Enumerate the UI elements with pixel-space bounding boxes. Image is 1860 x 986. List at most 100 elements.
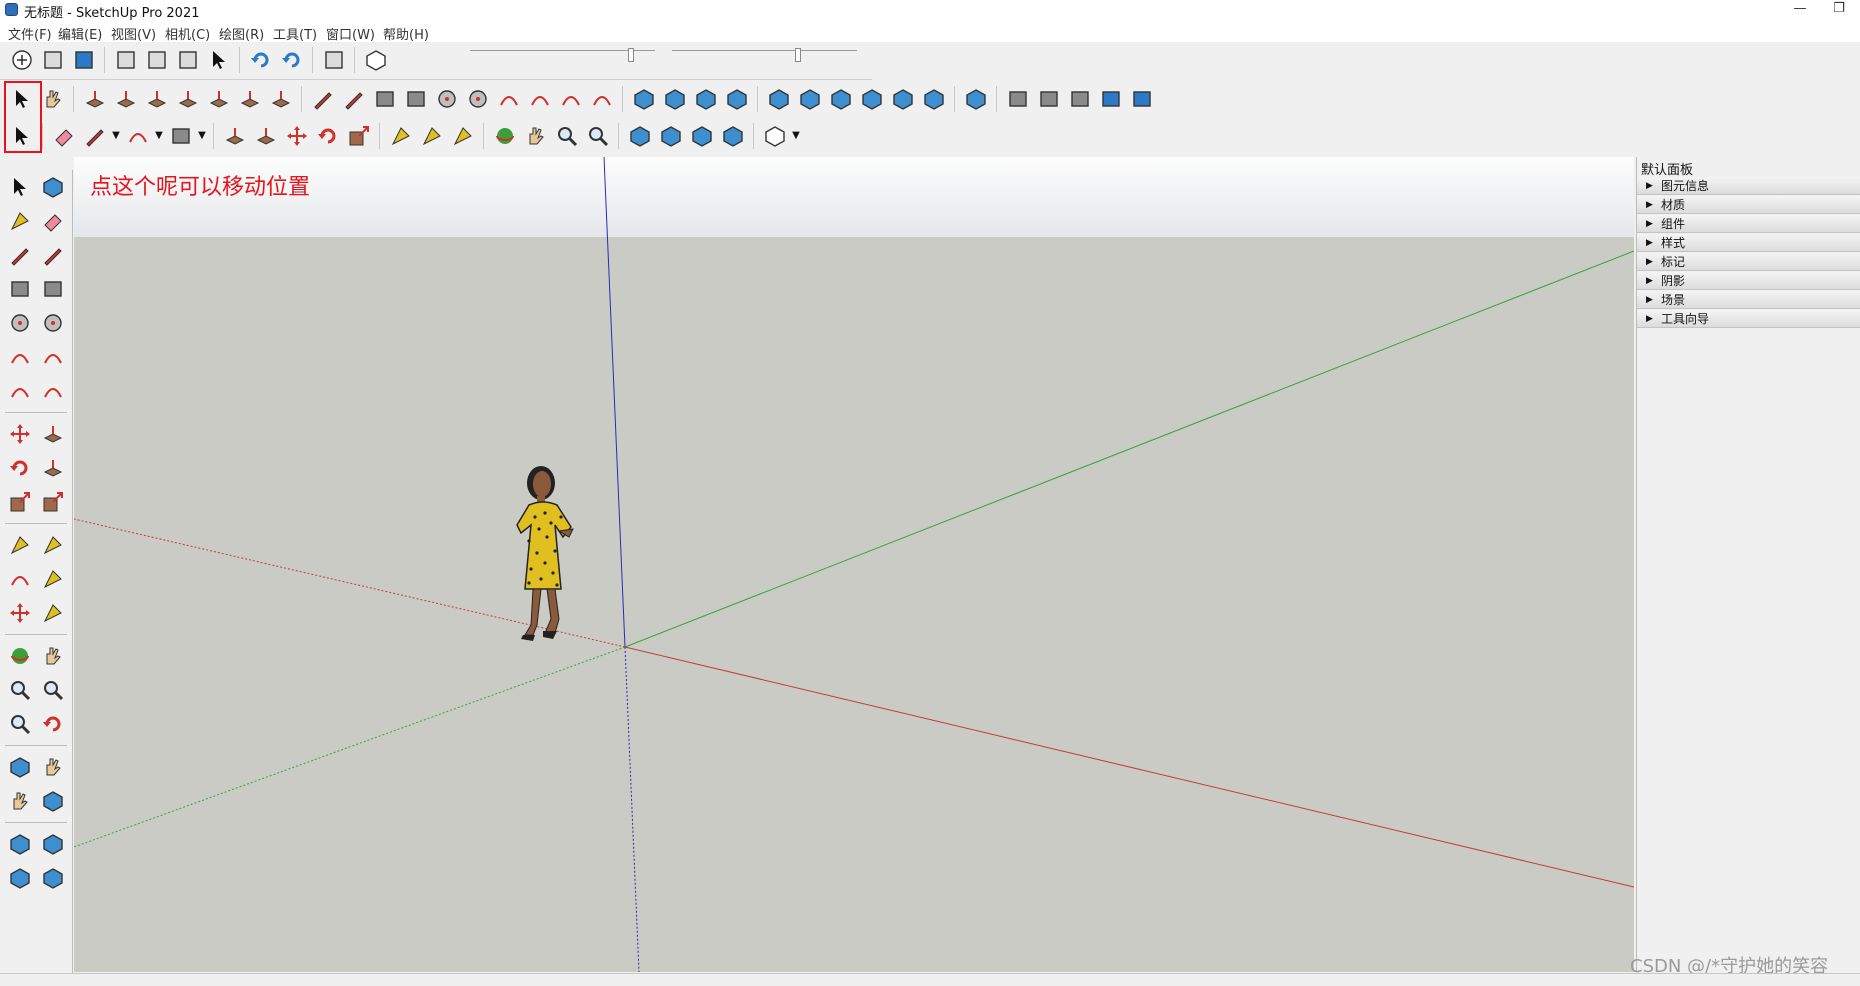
top-view-icon[interactable] xyxy=(794,83,825,114)
layout-icon[interactable] xyxy=(686,120,717,151)
dropdown-arrow-icon[interactable]: ▼ xyxy=(153,120,165,151)
redo-icon[interactable] xyxy=(276,44,307,75)
rectangle-icon[interactable] xyxy=(369,83,400,114)
shaded-textures-icon[interactable] xyxy=(1126,83,1157,114)
component-icon[interactable] xyxy=(36,170,69,204)
zoom-extents-icon[interactable] xyxy=(3,707,36,741)
text-icon[interactable] xyxy=(416,120,447,151)
polygon-icon[interactable] xyxy=(36,306,69,340)
previous-view-icon[interactable] xyxy=(36,707,69,741)
position-camera-icon[interactable] xyxy=(628,83,659,114)
copy-icon[interactable] xyxy=(141,44,172,75)
dimension-icon[interactable] xyxy=(36,528,69,562)
walk-icon[interactable] xyxy=(3,784,36,818)
tape-measure-icon[interactable] xyxy=(3,528,36,562)
three-point-arc-icon[interactable] xyxy=(3,374,36,408)
warehouse-icon[interactable] xyxy=(624,120,655,151)
eraser-icon[interactable] xyxy=(36,204,69,238)
save-icon[interactable] xyxy=(68,44,99,75)
rotate-icon[interactable] xyxy=(312,120,343,151)
paint-bucket-icon[interactable] xyxy=(447,120,478,151)
orbit-icon[interactable] xyxy=(3,639,36,673)
offset-icon[interactable] xyxy=(36,485,69,519)
slider-thumb-2[interactable] xyxy=(795,48,801,62)
arc-icon[interactable] xyxy=(3,340,36,374)
freehand-icon[interactable] xyxy=(36,238,69,272)
section-plane-icon[interactable] xyxy=(36,784,69,818)
pie-icon[interactable] xyxy=(36,374,69,408)
undo-icon[interactable] xyxy=(245,44,276,75)
zoom-window-icon[interactable] xyxy=(36,673,69,707)
orbit-icon[interactable] xyxy=(489,120,520,151)
new-icon[interactable] xyxy=(6,44,37,75)
back-edges-icon[interactable] xyxy=(1002,83,1033,114)
pie-icon[interactable] xyxy=(586,83,617,114)
print-icon[interactable] xyxy=(318,44,349,75)
smoove-icon[interactable] xyxy=(141,83,172,114)
extension-manager-icon[interactable] xyxy=(717,120,748,151)
erase-selection-icon[interactable] xyxy=(203,44,234,75)
stamp-icon[interactable] xyxy=(172,83,203,114)
tray-item-shadows[interactable]: ▶ 阴影 xyxy=(1637,272,1860,290)
position-camera-icon[interactable] xyxy=(3,750,36,784)
zoom-extents-icon[interactable] xyxy=(582,120,613,151)
rectangle-icon[interactable] xyxy=(3,272,36,306)
front-view-icon[interactable] xyxy=(825,83,856,114)
menu-file[interactable]: 文件(F) xyxy=(8,24,52,43)
open-icon[interactable] xyxy=(37,44,68,75)
xray-icon[interactable] xyxy=(960,83,991,114)
arc-icon[interactable] xyxy=(493,83,524,114)
drape-icon[interactable] xyxy=(203,83,234,114)
menu-camera[interactable]: 相机(C) xyxy=(165,24,210,43)
display-section-cuts-icon[interactable] xyxy=(721,83,752,114)
axes-icon[interactable] xyxy=(3,596,36,630)
tray-item-materials[interactable]: ▶ 材质 xyxy=(1637,196,1860,214)
slider-track-2[interactable] xyxy=(672,50,857,59)
freehand-icon[interactable] xyxy=(338,83,369,114)
3d-text-icon[interactable] xyxy=(36,596,69,630)
tray-item-styles[interactable]: ▶ 样式 xyxy=(1637,234,1860,252)
tape-measure-icon[interactable] xyxy=(385,120,416,151)
model-viewport[interactable]: 点这个呢可以移动位置 xyxy=(74,157,1634,972)
right-view-icon[interactable] xyxy=(856,83,887,114)
look-around-icon[interactable] xyxy=(36,750,69,784)
zoom-icon[interactable] xyxy=(3,673,36,707)
follow-me-icon[interactable] xyxy=(36,451,69,485)
zoom-icon[interactable] xyxy=(551,120,582,151)
display-section-planes-icon[interactable] xyxy=(690,83,721,114)
three-point-arc-icon[interactable] xyxy=(555,83,586,114)
menu-help[interactable]: 帮助(H) xyxy=(383,24,429,43)
pan-icon[interactable] xyxy=(36,639,69,673)
sandbox-from-contours-icon[interactable] xyxy=(79,83,110,114)
pencil-line-icon[interactable] xyxy=(3,238,36,272)
hidden-line-icon[interactable] xyxy=(1064,83,1095,114)
push-pull-icon[interactable] xyxy=(36,417,69,451)
extension-warehouse-icon[interactable] xyxy=(655,120,686,151)
extension-manager-icon[interactable] xyxy=(36,861,69,895)
model-info-icon[interactable] xyxy=(360,44,391,75)
protractor-icon[interactable] xyxy=(3,562,36,596)
tray-item-components[interactable]: ▶ 组件 xyxy=(1637,215,1860,233)
cut-icon[interactable] xyxy=(110,44,141,75)
text-icon[interactable] xyxy=(36,562,69,596)
menu-draw[interactable]: 绘图(R) xyxy=(219,24,264,43)
scale-icon[interactable] xyxy=(343,120,374,151)
scale-icon[interactable] xyxy=(3,485,36,519)
layout-icon[interactable] xyxy=(3,861,36,895)
tray-item-scenes[interactable]: ▶ 场景 xyxy=(1637,291,1860,309)
account-icon[interactable] xyxy=(759,120,790,151)
minimize-button[interactable]: — xyxy=(1783,0,1817,20)
menu-view[interactable]: 视图(V) xyxy=(111,24,156,43)
shaded-icon[interactable] xyxy=(1095,83,1126,114)
tray-item-entity-info[interactable]: ▶ 图元信息 xyxy=(1637,177,1860,195)
pencil-icon[interactable] xyxy=(79,120,110,151)
slider-thumb-1[interactable] xyxy=(628,48,634,62)
back-view-icon[interactable] xyxy=(887,83,918,114)
dropdown-arrow-icon[interactable]: ▼ xyxy=(110,120,122,151)
iso-view-icon[interactable] xyxy=(763,83,794,114)
dropdown-arrow-icon[interactable]: ▼ xyxy=(790,120,802,151)
restore-button[interactable]: ❐ xyxy=(1822,0,1856,20)
rotated-rectangle-icon[interactable] xyxy=(36,272,69,306)
arc-tool-icon[interactable] xyxy=(122,120,153,151)
dropdown-arrow-icon[interactable]: ▼ xyxy=(196,120,208,151)
